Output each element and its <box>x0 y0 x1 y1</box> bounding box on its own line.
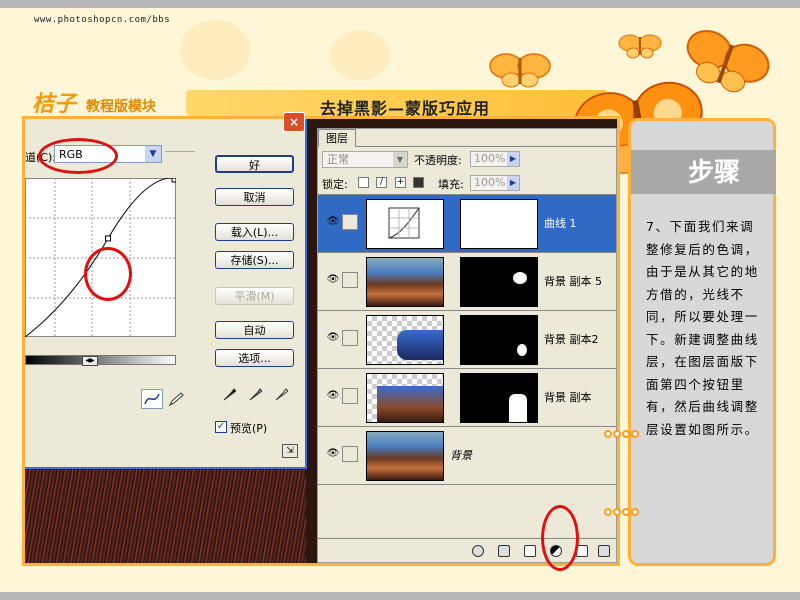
annotation-circle <box>84 247 132 301</box>
layer-mask-thumbnail[interactable] <box>460 257 538 307</box>
preview-label: 预览(P) <box>230 422 268 435</box>
layer-mask-thumbnail[interactable] <box>460 373 538 423</box>
steps-text: 7、下面我们来调整修复后的色调，由于是从其它的地方借的，光线不同，所以要处理一下… <box>646 219 759 437</box>
layer-thumbnail[interactable] <box>366 315 444 365</box>
layer-name: 背景 副本 <box>544 391 592 404</box>
output-gradient-bar <box>25 355 176 365</box>
link-icon[interactable] <box>342 272 358 288</box>
site-logo-subtitle: 教程版模块 <box>86 99 156 115</box>
curve-end-point <box>171 178 176 183</box>
layer-mask-thumbnail[interactable] <box>460 315 538 365</box>
photo-preview <box>25 469 306 563</box>
chevron-right-icon[interactable]: ▶ <box>507 152 519 166</box>
gradient-toggle-icon[interactable]: ◀▶ <box>82 356 98 366</box>
fill-value: 100% <box>474 176 506 189</box>
options-button[interactable]: 选项... <box>215 349 294 367</box>
layer-style-icon[interactable] <box>472 545 484 557</box>
layer-mask-thumbnail[interactable] <box>460 199 538 249</box>
trash-icon[interactable] <box>598 545 610 557</box>
white-eyedropper-icon[interactable] <box>274 387 288 401</box>
lock-transparency-icon[interactable] <box>358 177 369 188</box>
black-eyedropper-icon[interactable] <box>222 387 236 401</box>
layer-name: 曲线 1 <box>544 217 577 230</box>
chevron-right-icon[interactable]: ▶ <box>507 176 519 190</box>
eye-icon[interactable]: 👁 <box>326 273 340 287</box>
pencil-icon[interactable] <box>168 392 184 406</box>
tab-layers[interactable]: 图层 <box>318 129 356 147</box>
site-logo: 桔子 <box>32 91 77 117</box>
fill-label: 填充: <box>438 178 464 191</box>
opacity-value: 100% <box>474 152 506 165</box>
bottom-border <box>0 592 800 600</box>
chevron-down-icon[interactable]: ▼ <box>393 152 407 167</box>
annotation-circle <box>38 138 118 174</box>
new-group-icon[interactable] <box>524 545 536 557</box>
curves-adjustment-thumbnail[interactable] <box>366 199 444 249</box>
expand-icon[interactable]: ⇲ <box>282 444 298 458</box>
background-flower <box>330 30 390 80</box>
layer-name: 背景 副本2 <box>544 333 599 346</box>
add-mask-icon[interactable] <box>498 545 510 557</box>
opacity-field[interactable]: 100% ▶ <box>470 151 520 167</box>
curve-icon <box>144 393 160 405</box>
layer-thumbnail[interactable] <box>366 257 444 307</box>
layer-row[interactable]: 👁 背景 副本 5 <box>318 252 616 310</box>
lock-all-icon[interactable] <box>413 177 424 188</box>
site-url: www.photoshopcn.com/bbs <box>34 15 171 25</box>
eye-icon[interactable]: 👁 <box>326 331 340 345</box>
fill-field[interactable]: 100% ▶ <box>470 175 520 191</box>
annotation-circle <box>541 505 579 571</box>
layer-name: 背景 <box>450 449 472 462</box>
link-icon[interactable] <box>342 388 358 404</box>
layer-row[interactable]: 👁 背景 副本2 <box>318 310 616 368</box>
layer-row[interactable]: 👁 背景 副本 <box>318 368 616 426</box>
lock-position-icon[interactable]: + <box>395 177 406 188</box>
layer-thumbnail[interactable] <box>366 373 444 423</box>
close-icon[interactable]: × <box>283 112 305 132</box>
butterfly-icon <box>618 34 662 59</box>
steps-title: 步骤 <box>688 158 741 188</box>
curve-tool-button[interactable] <box>141 389 163 409</box>
link-icon[interactable] <box>342 446 358 462</box>
auto-button[interactable]: 自动 <box>215 321 294 339</box>
opacity-label: 不透明度: <box>414 154 462 167</box>
link-icon[interactable] <box>342 330 358 346</box>
eye-icon[interactable]: 👁 <box>326 389 340 403</box>
butterfly-icon <box>686 30 770 93</box>
butterfly-icon <box>489 53 551 88</box>
top-border <box>0 0 800 8</box>
blend-mode-value: 正常 <box>327 153 349 166</box>
layer-row[interactable]: 👁 曲线 1 <box>318 194 616 252</box>
eye-icon[interactable]: 👁 <box>326 215 340 229</box>
layer-thumbnail[interactable] <box>366 431 444 481</box>
load-button[interactable]: 载入(L)... <box>215 223 294 241</box>
background-flower <box>180 20 250 80</box>
curve-control-point <box>105 235 112 242</box>
cancel-button[interactable]: 取消 <box>215 188 294 206</box>
chevron-down-icon[interactable]: ▼ <box>145 146 161 162</box>
layer-name: 背景 副本 5 <box>544 275 602 288</box>
tab-divider <box>356 146 616 147</box>
ok-button[interactable]: 好 <box>215 155 294 173</box>
layer-row[interactable]: 👁 背景 <box>318 426 616 484</box>
save-button[interactable]: 存储(S)... <box>215 251 294 269</box>
lock-pixels-icon[interactable]: / <box>376 177 387 188</box>
blend-mode-select[interactable]: 正常 ▼ <box>322 151 408 168</box>
adjustment-link-icon[interactable] <box>342 214 358 230</box>
smooth-button[interactable]: 平滑(M) <box>215 287 294 305</box>
lock-label: 锁定: <box>322 178 348 191</box>
gray-eyedropper-icon[interactable] <box>248 387 262 401</box>
group-divider <box>165 151 195 152</box>
preview-checkbox[interactable]: ✓ <box>215 421 227 433</box>
eye-icon[interactable]: 👁 <box>326 447 340 461</box>
